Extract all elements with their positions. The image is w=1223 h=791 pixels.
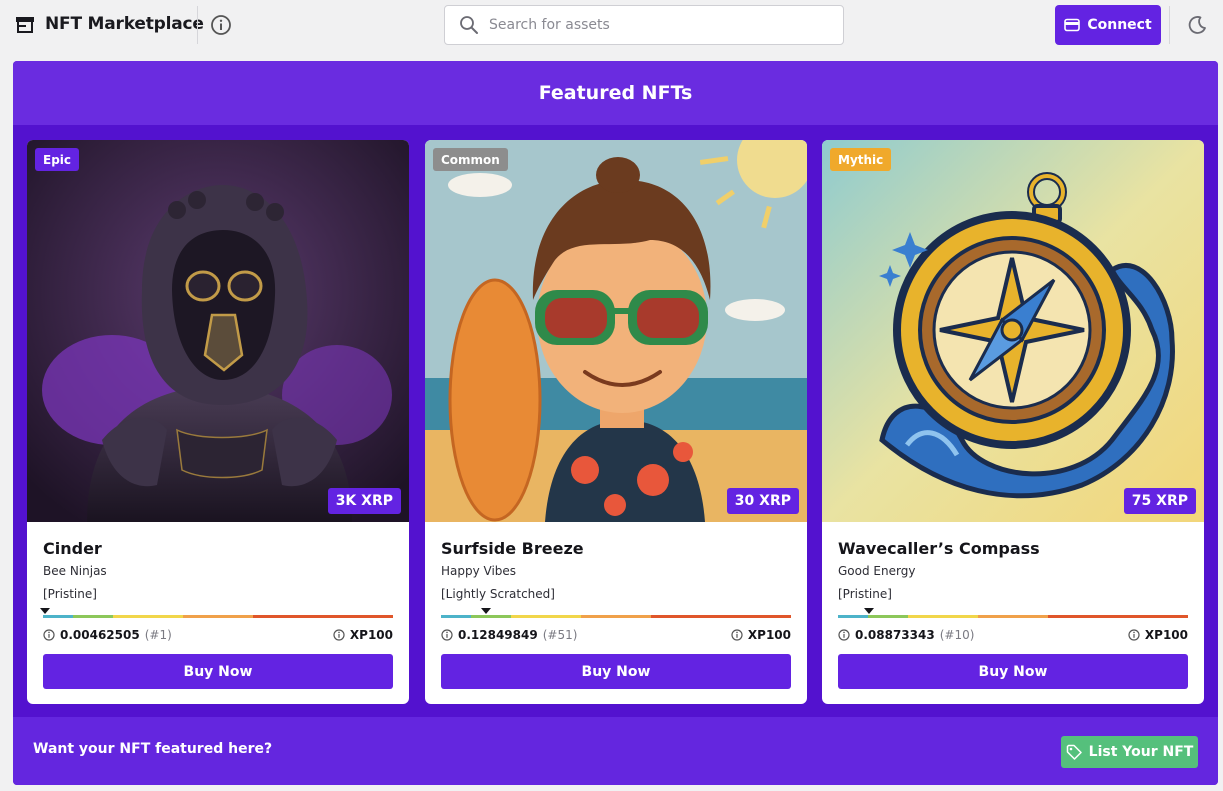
list-your-nft-button[interactable]: List Your NFT [1061, 736, 1198, 768]
nft-collection: Happy Vibes [441, 564, 517, 578]
header-divider [1169, 6, 1170, 44]
xp-value: XP100 [333, 628, 393, 642]
moon-icon[interactable] [1186, 14, 1208, 36]
condition-bar [43, 615, 393, 618]
search-box[interactable] [444, 5, 844, 45]
nft-card[interactable]: Mythic 75 XRP Wavecaller’s Compass Good … [822, 140, 1204, 704]
featured-header: Featured NFTs [13, 61, 1218, 125]
serial-rank: (#10) [939, 628, 975, 642]
price-badge: 30 XRP [726, 488, 799, 514]
price-badge: 3K XRP [327, 488, 401, 514]
app-title: NFT Marketplace [45, 14, 204, 34]
connect-label: Connect [1087, 17, 1152, 33]
nft-collection: Good Energy [838, 564, 916, 578]
condition-meter [838, 608, 1188, 618]
search-icon [460, 16, 478, 34]
top-bar: NFT Marketplace Connect [0, 0, 1223, 50]
rarity-badge: Common [433, 148, 508, 171]
featured-footer: Want your NFT featured here? List Your N… [13, 717, 1218, 785]
serial-rank: (#51) [542, 628, 578, 642]
info-icon [441, 629, 453, 641]
info-icon [43, 629, 55, 641]
featured-panel: Featured NFTs Epic 3K XRP Cinder Bee Nin… [13, 61, 1218, 785]
condition-marker [864, 608, 874, 614]
list-your-nft-label: List Your NFT [1088, 744, 1194, 760]
rarity-badge: Epic [35, 148, 80, 171]
condition-marker [481, 608, 491, 614]
nft-stats: 0.00462505 (#1) XP100 [43, 628, 393, 646]
nft-condition: [Lightly Scratched] [441, 587, 555, 601]
nft-condition: [Pristine] [838, 587, 892, 601]
connect-button[interactable]: Connect [1055, 5, 1161, 45]
nft-condition: [Pristine] [43, 587, 97, 601]
buy-now-button[interactable]: Buy Now [43, 654, 393, 689]
info-icon [333, 629, 345, 641]
condition-bar [838, 615, 1188, 618]
serial-rank: (#1) [144, 628, 172, 642]
serial-value: 0.08873343 [855, 628, 935, 642]
nft-stats: 0.12849849 (#51) XP100 [441, 628, 791, 646]
header-divider [197, 6, 198, 44]
serial-number: 0.12849849 (#51) [441, 628, 577, 642]
xp-label: XP100 [747, 628, 791, 642]
nft-card[interactable]: Epic 3K XRP Cinder Bee Ninjas [Pristine] [27, 140, 409, 704]
xp-value: XP100 [1128, 628, 1188, 642]
nft-artwork: Common 30 XRP [425, 140, 807, 522]
condition-bar [441, 615, 791, 618]
condition-meter [40, 608, 393, 618]
serial-number: 0.00462505 (#1) [43, 628, 172, 642]
info-icon [731, 629, 743, 641]
tag-icon [1066, 744, 1082, 760]
xp-label: XP100 [1144, 628, 1188, 642]
search-input[interactable] [489, 17, 809, 33]
nft-collection: Bee Ninjas [43, 564, 107, 578]
condition-marker [40, 608, 50, 614]
info-icon [838, 629, 850, 641]
serial-value: 0.00462505 [60, 628, 140, 642]
buy-now-button[interactable]: Buy Now [441, 654, 791, 689]
xp-value: XP100 [731, 628, 791, 642]
serial-number: 0.08873343 (#10) [838, 628, 974, 642]
feature-prompt: Want your NFT featured here? [33, 741, 273, 757]
xp-label: XP100 [349, 628, 393, 642]
info-icon[interactable] [210, 14, 232, 36]
wallet-icon [1064, 18, 1081, 32]
nft-artwork: Mythic 75 XRP [822, 140, 1204, 522]
featured-title: Featured NFTs [538, 82, 693, 104]
info-icon [1128, 629, 1140, 641]
nft-artwork: Epic 3K XRP [27, 140, 409, 522]
nft-card[interactable]: Common 30 XRP Surfside Breeze Happy Vibe… [425, 140, 807, 704]
nft-name: Surfside Breeze [441, 539, 584, 558]
store-icon [16, 17, 34, 33]
nft-name: Wavecaller’s Compass [838, 539, 1040, 558]
condition-meter [441, 608, 791, 618]
rarity-badge: Mythic [830, 148, 892, 171]
buy-now-button[interactable]: Buy Now [838, 654, 1188, 689]
price-badge: 75 XRP [1123, 488, 1196, 514]
nft-stats: 0.08873343 (#10) XP100 [838, 628, 1188, 646]
nft-name: Cinder [43, 539, 102, 558]
serial-value: 0.12849849 [458, 628, 538, 642]
